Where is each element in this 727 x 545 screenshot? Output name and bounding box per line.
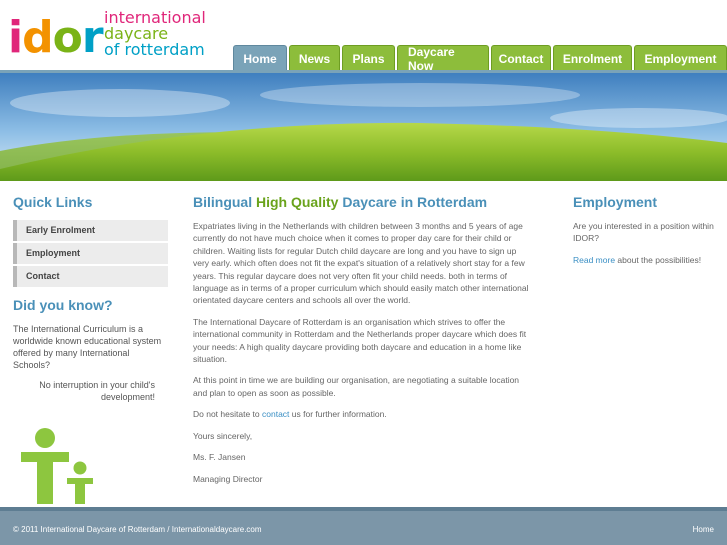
paragraph-1: Expatriates living in the Netherlands wi… <box>193 221 529 306</box>
header: idor international daycare of rotterdam … <box>0 0 727 73</box>
left-column: Quick Links Early Enrolment Employment C… <box>13 194 168 403</box>
title-highlight: High Quality <box>256 194 339 210</box>
read-more-link[interactable]: Read more <box>573 255 615 265</box>
nav-tab-news[interactable]: News <box>289 45 340 71</box>
nav-tab-employment[interactable]: Employment <box>634 45 727 71</box>
did-you-know-title: Did you know? <box>13 297 113 313</box>
footer-copyright: © 2011 International Daycare of Rotterda… <box>13 525 262 534</box>
logo-line-3: of rotterdam <box>104 40 205 59</box>
nav-tab-home[interactable]: Home <box>233 45 287 71</box>
quick-links-list: Early Enrolment Employment Contact <box>13 220 168 287</box>
p4-text-2: us for further information. <box>289 409 387 420</box>
closing: Yours sincerely, <box>193 430 253 441</box>
did-you-know-note: No interruption in your child's developm… <box>39 380 155 402</box>
employment-cta: Read more about the possibilities! <box>573 254 718 266</box>
landscape-illustration <box>0 73 727 181</box>
read-more-suffix: about the possibilities! <box>615 254 702 265</box>
nav-tab-enrolment[interactable]: Enrolment <box>553 45 632 71</box>
nav-tab-daycare-now[interactable]: Daycare Now <box>397 45 489 73</box>
title-part-1: Bilingual <box>193 194 256 210</box>
logo-mark: idor <box>8 12 104 63</box>
parent-child-icon <box>17 428 97 504</box>
paragraph-4: Do not hesitate to contact us for furthe… <box>193 408 533 420</box>
logo-text: international daycare of rotterdam <box>104 10 206 58</box>
paragraph-2: The International Daycare of Rotterdam i… <box>193 316 527 365</box>
footer: © 2011 International Daycare of Rotterda… <box>0 507 727 545</box>
main-content: Bilingual High Quality Daycare in Rotter… <box>193 194 533 494</box>
page-title: Bilingual High Quality Daycare in Rotter… <box>193 194 533 210</box>
right-column: Employment Are you interested in a posit… <box>573 194 718 275</box>
banner-image <box>0 73 727 181</box>
nav-tab-plans[interactable]: Plans <box>342 45 395 71</box>
quick-link-employment[interactable]: Employment <box>13 243 168 264</box>
quick-link-early-enrolment[interactable]: Early Enrolment <box>13 220 168 241</box>
quick-links-title: Quick Links <box>13 194 93 210</box>
contact-link[interactable]: contact <box>262 409 289 419</box>
signature-role: Managing Director <box>193 473 263 484</box>
paragraph-3: At this point in time we are building ou… <box>193 375 520 398</box>
site-logo[interactable]: idor international daycare of rotterdam <box>8 10 208 62</box>
signature-name: Ms. F. Jansen <box>193 452 246 463</box>
did-you-know-text: The International Curriculum is a worldw… <box>13 324 162 370</box>
title-part-2: Daycare in Rotterdam <box>338 194 488 210</box>
employment-text: Are you interested in a position within … <box>573 221 714 244</box>
quick-link-contact[interactable]: Contact <box>13 266 168 287</box>
main-nav: Home News Plans Daycare Now Contact Enro… <box>233 45 727 73</box>
nav-tab-contact[interactable]: Contact <box>491 45 551 71</box>
p4-text-1: Do not hesitate to <box>193 409 262 420</box>
footer-home-link[interactable]: Home <box>693 525 714 534</box>
employment-title: Employment <box>573 194 658 210</box>
